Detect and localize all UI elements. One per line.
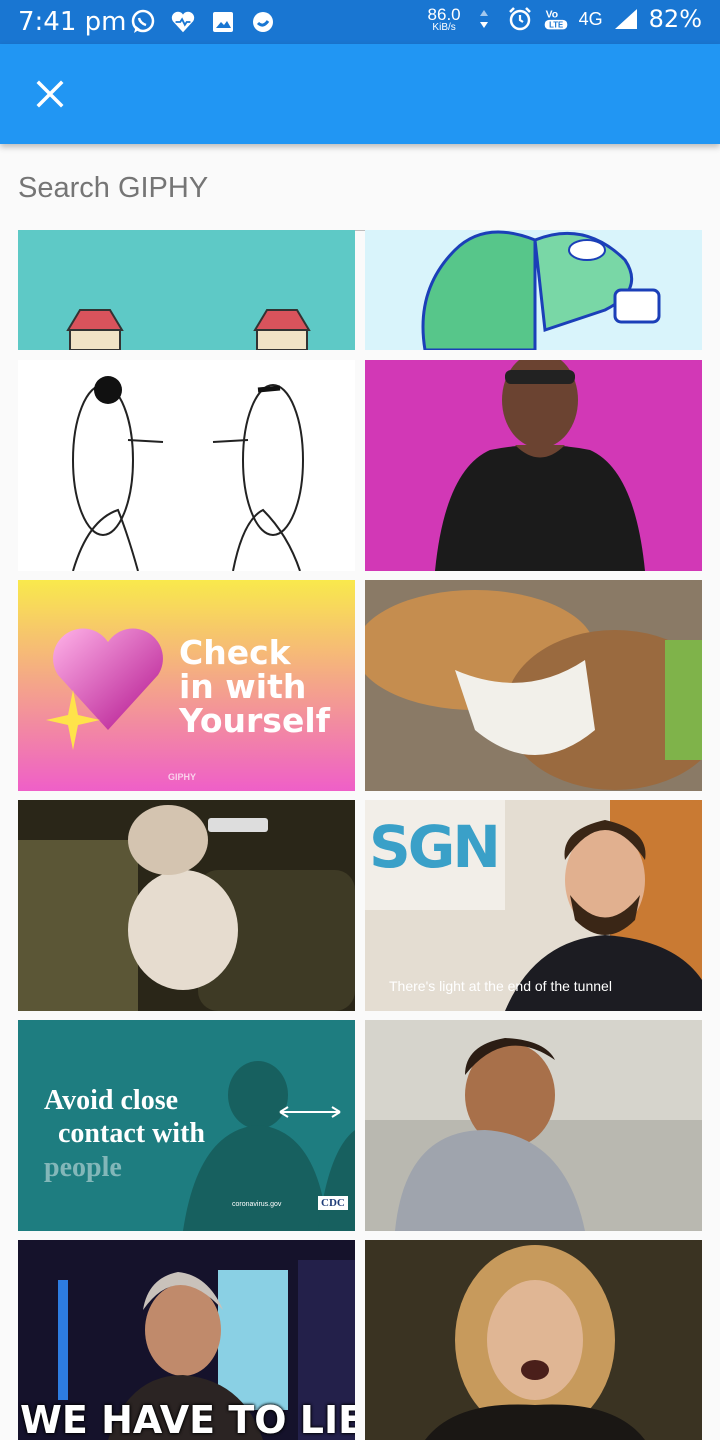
gif-item-cats[interactable] bbox=[365, 580, 702, 791]
svg-text:Vo: Vo bbox=[545, 9, 558, 20]
network-speed: 86.0 KiB/s bbox=[428, 6, 461, 33]
speed-value: 86.0 bbox=[427, 4, 461, 24]
gif-item-woman-shocked[interactable] bbox=[365, 1240, 702, 1440]
gif-item-check-in[interactable]: Check in with Yourself GIPHY bbox=[18, 580, 355, 791]
gif-caption-line1: Check bbox=[179, 633, 291, 672]
health-heart-icon bbox=[170, 9, 196, 35]
app-notification-icon bbox=[250, 9, 276, 35]
gif-caption: WE HAVE TO LIE bbox=[20, 1398, 355, 1440]
volte-icon: Vo LTE bbox=[543, 6, 569, 32]
svg-text:LTE: LTE bbox=[549, 21, 563, 30]
status-bar: 7:41 pm 86.0 KiB/s Vo LTE 4G 82% bbox=[0, 0, 720, 44]
notification-icons bbox=[130, 9, 276, 35]
status-time: 7:41 pm bbox=[18, 7, 127, 37]
status-right: 86.0 KiB/s Vo LTE 4G 82% bbox=[428, 5, 702, 33]
gif-caption-line3: people bbox=[44, 1152, 122, 1183]
close-button[interactable] bbox=[28, 72, 72, 116]
gif-item-frog-coffee[interactable] bbox=[365, 230, 702, 350]
battery-level: 82% bbox=[648, 5, 702, 33]
speed-unit: KiB/s bbox=[432, 21, 456, 33]
search-input[interactable] bbox=[18, 160, 702, 216]
gif-item-woman-magenta[interactable] bbox=[365, 360, 702, 571]
gif-caption-line3: Yourself bbox=[179, 701, 330, 740]
gif-item-man-outdoors[interactable] bbox=[365, 1020, 702, 1231]
gif-item-avoid-contact[interactable]: Avoid close contact with people coronavi… bbox=[18, 1020, 355, 1231]
gif-grid: Check in with Yourself GIPHY SGN There's… bbox=[18, 230, 702, 1440]
gif-caption-line1: Avoid close bbox=[44, 1085, 179, 1116]
gif-item-some-good-news[interactable]: SGN There's light at the end of the tunn… bbox=[365, 800, 702, 1011]
image-icon bbox=[210, 9, 236, 35]
gif-item-houses[interactable] bbox=[18, 230, 355, 350]
signal-icon bbox=[613, 6, 639, 32]
data-arrows-icon bbox=[471, 6, 497, 32]
cdc-badge: CDC bbox=[318, 1196, 348, 1210]
giphy-watermark: GIPHY bbox=[168, 772, 197, 782]
gif-item-dog-couch[interactable] bbox=[18, 800, 355, 1011]
whatsapp-icon bbox=[130, 9, 156, 35]
search-field[interactable] bbox=[18, 160, 702, 231]
gif-item-we-have-to-lie[interactable]: WE HAVE TO LIE bbox=[18, 1240, 355, 1440]
app-bar bbox=[0, 44, 720, 144]
gif-caption-line2: in with bbox=[179, 667, 307, 706]
gif-subtitle: There's light at the end of the tunnel bbox=[389, 978, 612, 994]
alarm-icon bbox=[507, 6, 533, 32]
close-icon bbox=[36, 80, 64, 108]
gif-caption-line2: contact with bbox=[58, 1118, 205, 1149]
network-type: 4G bbox=[578, 8, 603, 29]
gif-item-sketch-characters[interactable] bbox=[18, 360, 355, 571]
sgn-logo: SGN bbox=[369, 813, 501, 881]
source-label: coronavirus.gov bbox=[232, 1201, 282, 1208]
